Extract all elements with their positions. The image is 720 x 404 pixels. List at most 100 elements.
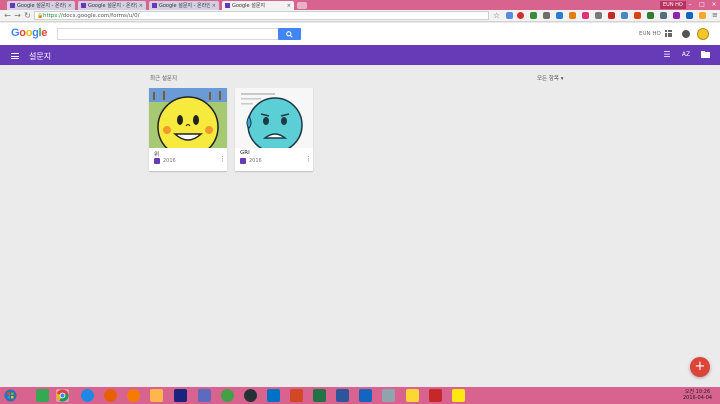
extension-icon[interactable]	[582, 12, 589, 19]
owner-filter-dropdown[interactable]: 모든 항목 ▾	[537, 74, 564, 82]
extension-icon[interactable]	[608, 12, 615, 19]
windows-logo-icon	[4, 389, 17, 402]
app-icon[interactable]	[198, 389, 211, 402]
browser-tab[interactable]: Google 설문지 - 온라인... ×	[7, 1, 75, 10]
form-title: 위	[154, 152, 160, 158]
blue-sweating-face-image	[235, 88, 313, 148]
page-title: 설문지	[29, 52, 52, 61]
close-icon[interactable]: ×	[212, 3, 216, 9]
search-button[interactable]	[278, 28, 301, 40]
extension-icon[interactable]	[660, 12, 667, 19]
url-path: docs.google.com/forms/u/0/	[62, 13, 140, 19]
list-view-icon[interactable]: ☰	[662, 50, 672, 60]
extension-icon[interactable]	[595, 12, 602, 19]
menu-icon[interactable]	[11, 53, 19, 59]
new-tab-button[interactable]	[297, 2, 307, 9]
reload-icon[interactable]: ↻	[23, 11, 32, 20]
browser-tab-active[interactable]: Google 설문지 ×	[222, 1, 294, 10]
powerpoint-icon[interactable]	[290, 389, 303, 402]
tab-label: Google 설문지 - 온라인...	[17, 3, 66, 9]
extension-icon[interactable]	[556, 12, 563, 19]
extension-icon[interactable]	[686, 12, 693, 19]
forms-favicon-icon	[10, 3, 15, 8]
outlook-icon[interactable]	[267, 389, 280, 402]
extension-icon[interactable]	[543, 12, 550, 19]
lock-icon: 🔒	[37, 13, 44, 19]
extension-icon[interactable]	[621, 12, 628, 19]
browser-menu-icon[interactable]: ≡	[712, 11, 718, 20]
monitor-icon[interactable]	[174, 389, 187, 402]
forms-app-bar: 설문지 ☰ AZ	[0, 45, 720, 65]
sort-az-icon[interactable]: AZ	[681, 50, 691, 60]
more-options-icon[interactable]: ⋮	[305, 155, 312, 163]
browser-tab[interactable]: Google 설문지 - 온라인... ×	[78, 1, 146, 10]
notifications-icon[interactable]	[682, 30, 690, 38]
chrome-logo	[56, 389, 69, 402]
app-icon[interactable]	[359, 389, 372, 402]
app-icon[interactable]	[150, 389, 163, 402]
google-logo[interactable]: Google	[11, 27, 47, 39]
extension-icon[interactable]	[699, 12, 706, 19]
form-card[interactable]: 위 2016 ⋮	[149, 88, 227, 171]
form-date: 2016	[163, 158, 176, 164]
tab-label: Google 설문지 - 온라인...	[88, 3, 137, 9]
browser-tab[interactable]: Google 설문지 - 온라인... ×	[149, 1, 219, 10]
extension-icon[interactable]	[647, 12, 654, 19]
create-form-button[interactable]: +	[690, 357, 710, 377]
extension-icon[interactable]	[673, 12, 680, 19]
tab-label: Google 설문지	[232, 3, 266, 9]
url-bar[interactable]: 🔒 https://docs.google.com/forms/u/0/	[34, 11, 489, 20]
app-icon[interactable]	[221, 389, 234, 402]
system-clock[interactable]: 오전 10:26 2016-04-04	[683, 389, 712, 401]
google-drive-icon[interactable]	[36, 389, 49, 402]
close-icon[interactable]: ×	[139, 3, 143, 9]
folder-icon[interactable]	[700, 50, 710, 60]
extension-icon[interactable]	[506, 12, 513, 19]
close-window-icon[interactable]: ×	[708, 1, 720, 9]
back-icon[interactable]: ←	[3, 11, 12, 20]
chrome-icon[interactable]	[56, 389, 69, 402]
more-options-icon[interactable]: ⋮	[219, 155, 226, 163]
form-card[interactable]: GRI 2016 ⋮	[235, 88, 313, 171]
forms-badge-icon	[154, 158, 160, 164]
forms-favicon-icon	[225, 3, 230, 8]
browser-toolbar: ← → ↻ 🔒 https://docs.google.com/forms/u/…	[0, 10, 720, 22]
bookmark-star-icon[interactable]: ☆	[493, 11, 500, 20]
start-button[interactable]	[4, 389, 17, 402]
app-icon[interactable]	[382, 389, 395, 402]
app-icon[interactable]	[127, 389, 140, 402]
logo-letter: e	[41, 27, 48, 39]
firefox-icon[interactable]	[104, 389, 117, 402]
forms-favicon-icon	[81, 3, 86, 8]
excel-icon[interactable]	[313, 389, 326, 402]
extension-icon[interactable]	[517, 12, 524, 19]
avatar[interactable]	[697, 28, 709, 40]
extension-icon[interactable]	[569, 12, 576, 19]
extension-icon[interactable]	[634, 12, 641, 19]
app-icon[interactable]	[244, 389, 257, 402]
word-icon[interactable]	[336, 389, 349, 402]
internet-explorer-icon[interactable]	[81, 389, 94, 402]
extension-icon[interactable]	[530, 12, 537, 19]
maximize-icon[interactable]: □	[696, 1, 708, 9]
minimize-icon[interactable]: –	[684, 1, 696, 9]
browser-tab-strip: Google 설문지 - 온라인... × Google 설문지 - 온라인..…	[0, 0, 720, 10]
kakaotalk-icon[interactable]	[452, 389, 465, 402]
close-icon[interactable]: ×	[287, 3, 291, 9]
forward-icon[interactable]: →	[13, 11, 22, 20]
section-label: 최근 설문지	[150, 76, 178, 82]
clock-date: 2016-04-04	[683, 395, 713, 401]
apps-grid-icon[interactable]	[665, 30, 672, 37]
form-thumbnail	[235, 88, 313, 148]
url-scheme: https://	[43, 13, 63, 19]
app-icon[interactable]	[429, 389, 442, 402]
form-thumbnail	[149, 88, 227, 148]
form-date: 2016	[249, 158, 262, 164]
yellow-smiley-image	[149, 88, 227, 148]
close-icon[interactable]: ×	[68, 3, 72, 9]
search-input[interactable]	[57, 28, 279, 40]
star-app-icon[interactable]	[406, 389, 419, 402]
account-name[interactable]: EUN HO	[639, 31, 661, 37]
profile-chip[interactable]: EUN HO	[660, 1, 686, 9]
forms-badge-icon	[240, 158, 246, 164]
